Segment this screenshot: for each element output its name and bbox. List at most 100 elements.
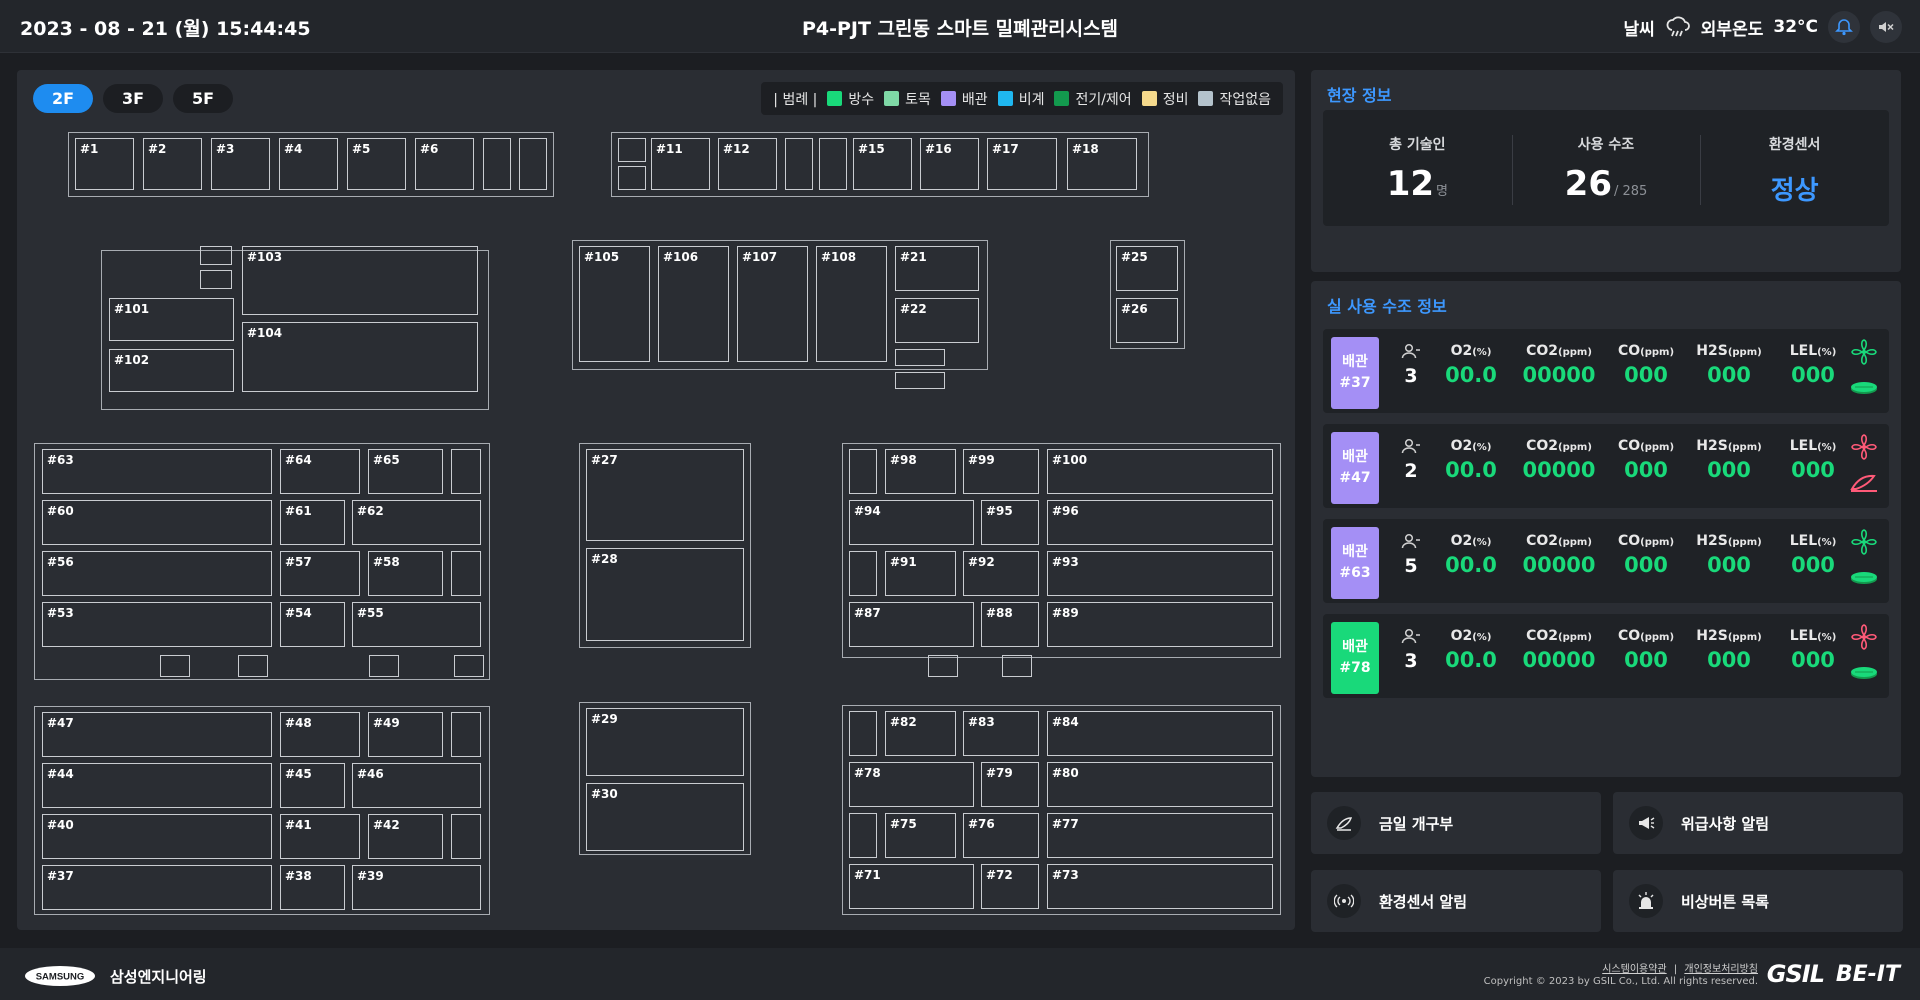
room-cell[interactable]: #91: [885, 551, 956, 596]
room-cell[interactable]: #11: [651, 138, 710, 190]
room-cell[interactable]: #26: [1116, 298, 1178, 343]
tank-card[interactable]: 배관 #47 2 O2(%) 00.0 CO2(ppm) 00000 CO(ppm) 000 H2…: [1323, 424, 1889, 508]
room-cell[interactable]: #101: [109, 298, 234, 341]
room-cell[interactable]: [849, 711, 877, 756]
emergency-list-button[interactable]: 비상버튼 목록: [1613, 870, 1903, 932]
room-cell[interactable]: #47: [42, 712, 272, 757]
room-cell[interactable]: #107: [737, 246, 808, 362]
room-cell[interactable]: [849, 449, 877, 494]
open-today-button[interactable]: 금일 개구부: [1311, 792, 1601, 854]
room-cell[interactable]: #1: [75, 138, 134, 190]
room-cell[interactable]: [483, 138, 511, 190]
room-cell[interactable]: #57: [280, 551, 360, 596]
room-cell[interactable]: #28: [586, 548, 744, 641]
room-cell[interactable]: [238, 655, 268, 677]
room-cell[interactable]: #12: [718, 138, 777, 190]
room-cell[interactable]: #82: [885, 711, 956, 756]
room-cell[interactable]: #80: [1047, 762, 1273, 807]
room-cell[interactable]: [519, 138, 547, 190]
room-cell[interactable]: #58: [368, 551, 443, 596]
room-cell[interactable]: #42: [368, 814, 443, 859]
room-cell[interactable]: [451, 551, 481, 596]
room-cell[interactable]: [618, 166, 646, 190]
room-cell[interactable]: [1002, 655, 1032, 677]
room-cell[interactable]: #41: [280, 814, 360, 859]
room-cell[interactable]: #76: [963, 813, 1039, 858]
room-cell[interactable]: [454, 655, 484, 677]
sound-toggle-button[interactable]: [1870, 11, 1902, 43]
tank-card[interactable]: 배관 #37 3 O2(%) 00.0 CO2(ppm) 00000 CO(ppm) 000 H2…: [1323, 329, 1889, 413]
room-cell[interactable]: #15: [853, 138, 912, 190]
room-cell[interactable]: #6: [415, 138, 474, 190]
room-cell[interactable]: #75: [885, 813, 956, 858]
room-cell[interactable]: #49: [368, 712, 443, 757]
room-cell[interactable]: #63: [42, 449, 272, 494]
room-cell[interactable]: #60: [42, 500, 272, 545]
room-cell[interactable]: [785, 138, 813, 190]
room-cell[interactable]: [451, 449, 481, 494]
notification-button[interactable]: [1828, 11, 1860, 43]
room-cell[interactable]: #5: [347, 138, 406, 190]
room-cell[interactable]: #100: [1047, 449, 1273, 494]
room-cell[interactable]: #38: [280, 865, 345, 910]
room-cell[interactable]: #88: [981, 602, 1039, 647]
room-cell[interactable]: #83: [963, 711, 1039, 756]
room-cell[interactable]: #64: [280, 449, 360, 494]
room-cell[interactable]: #45: [280, 763, 345, 808]
room-cell[interactable]: #3: [211, 138, 270, 190]
room-cell[interactable]: #78: [849, 762, 974, 807]
room-cell[interactable]: #21: [895, 246, 979, 291]
room-cell[interactable]: #94: [849, 500, 974, 545]
room-cell[interactable]: #39: [352, 865, 481, 910]
room-cell[interactable]: #62: [352, 500, 481, 545]
room-cell[interactable]: #105: [579, 246, 650, 362]
room-cell[interactable]: [849, 813, 877, 858]
room-cell[interactable]: #72: [981, 864, 1039, 909]
room-cell[interactable]: #99: [963, 449, 1039, 494]
room-cell[interactable]: #2: [143, 138, 202, 190]
room-cell[interactable]: #37: [42, 865, 272, 910]
room-cell[interactable]: #89: [1047, 602, 1273, 647]
terms-link[interactable]: 시스템이용약관: [1602, 964, 1666, 975]
room-cell[interactable]: #102: [109, 349, 234, 392]
tab-3f[interactable]: 3F: [103, 84, 163, 113]
room-cell[interactable]: #73: [1047, 864, 1273, 909]
room-cell[interactable]: [618, 138, 646, 162]
room-cell[interactable]: #56: [42, 551, 272, 596]
room-cell[interactable]: #61: [280, 500, 345, 545]
room-cell[interactable]: #44: [42, 763, 272, 808]
tank-card[interactable]: 배관 #78 3 O2(%) 00.0 CO2(ppm) 00000 CO(ppm) 000 H2…: [1323, 614, 1889, 698]
room-cell[interactable]: #55: [352, 602, 481, 647]
room-cell[interactable]: #48: [280, 712, 360, 757]
room-cell[interactable]: #54: [280, 602, 345, 647]
tab-5f[interactable]: 5F: [173, 84, 233, 113]
room-cell[interactable]: [849, 551, 877, 596]
room-cell[interactable]: #95: [981, 500, 1039, 545]
env-sensor-alert-button[interactable]: 환경센서 알림: [1311, 870, 1601, 932]
room-cell[interactable]: [160, 655, 190, 677]
room-cell[interactable]: [895, 372, 945, 389]
room-cell[interactable]: #92: [963, 551, 1039, 596]
room-cell[interactable]: [928, 655, 958, 677]
room-cell[interactable]: #79: [981, 762, 1039, 807]
room-cell[interactable]: #104: [242, 322, 478, 392]
room-cell[interactable]: #87: [849, 602, 974, 647]
room-cell[interactable]: [895, 349, 945, 366]
room-cell[interactable]: #25: [1116, 246, 1178, 291]
room-cell[interactable]: #53: [42, 602, 272, 647]
room-cell[interactable]: #84: [1047, 711, 1273, 756]
room-cell[interactable]: [369, 655, 399, 677]
room-cell[interactable]: [819, 138, 847, 190]
room-cell[interactable]: #29: [586, 708, 744, 776]
tank-card[interactable]: 배관 #63 5 O2(%) 00.0 CO2(ppm) 00000 CO(ppm) 000 H2…: [1323, 519, 1889, 603]
room-cell[interactable]: [451, 814, 481, 859]
danger-alert-button[interactable]: 위급사항 알림: [1613, 792, 1903, 854]
room-cell[interactable]: #16: [920, 138, 979, 190]
room-cell[interactable]: #77: [1047, 813, 1273, 858]
room-cell[interactable]: #65: [368, 449, 443, 494]
room-cell[interactable]: #18: [1067, 138, 1137, 190]
room-cell[interactable]: [200, 270, 232, 289]
room-cell[interactable]: #17: [987, 138, 1057, 190]
room-cell[interactable]: [451, 712, 481, 757]
privacy-link[interactable]: 개인정보처리방침: [1684, 964, 1758, 975]
